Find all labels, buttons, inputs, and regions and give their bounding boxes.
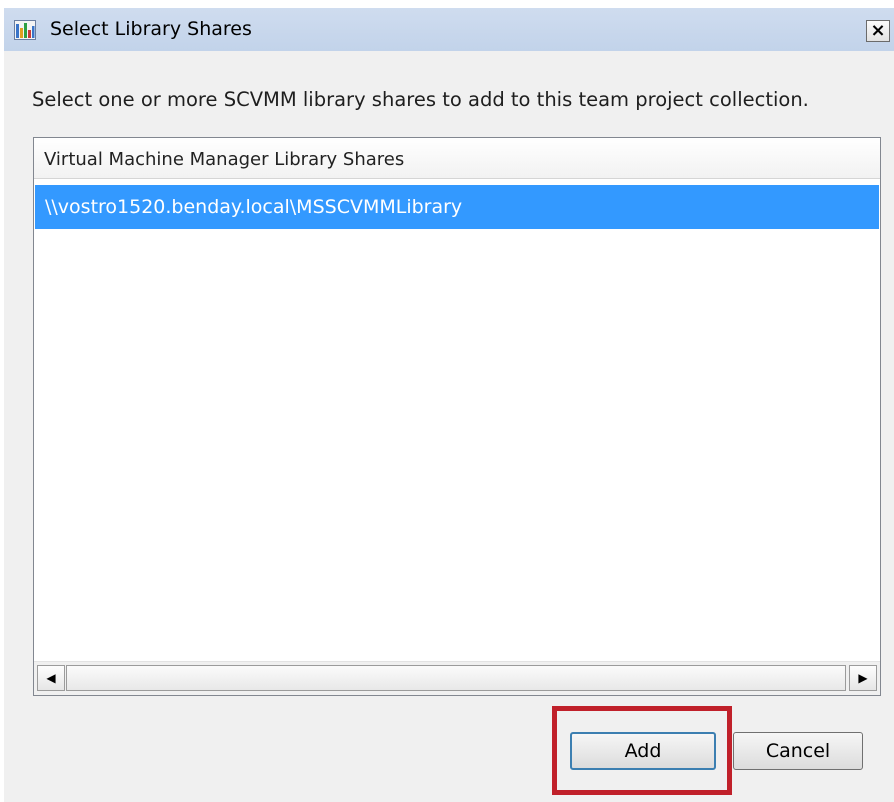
arrow-left-icon: ◀ <box>46 671 56 685</box>
list-item-label: \\vostro1520.benday.local\MSSCVMMLibrary <box>45 196 463 218</box>
scroll-left-button[interactable]: ◀ <box>37 665 65 691</box>
cancel-button[interactable]: Cancel <box>733 732 863 770</box>
app-window-icon <box>14 20 36 40</box>
select-library-shares-dialog: Select Library Shares × Select one or mo… <box>4 8 894 802</box>
list-item-selected[interactable]: \\vostro1520.benday.local\MSSCVMMLibrary <box>35 185 879 229</box>
add-button[interactable]: Add <box>570 732 716 770</box>
column-header[interactable]: Virtual Machine Manager Library Shares <box>34 138 880 179</box>
close-button[interactable]: × <box>866 20 890 42</box>
scroll-right-button[interactable]: ▶ <box>849 665 877 691</box>
window-title: Select Library Shares <box>50 18 252 40</box>
column-header-label: Virtual Machine Manager Library Shares <box>44 149 405 170</box>
scroll-thumb[interactable] <box>66 665 846 691</box>
title-bar[interactable]: Select Library Shares × <box>4 8 894 51</box>
library-shares-list[interactable]: Virtual Machine Manager Library Shares \… <box>33 137 881 696</box>
horizontal-scrollbar[interactable]: ◀ ▶ <box>34 661 880 695</box>
instruction-text: Select one or more SCVMM library shares … <box>32 88 809 111</box>
arrow-right-icon: ▶ <box>858 671 868 685</box>
close-icon: × <box>870 20 886 41</box>
